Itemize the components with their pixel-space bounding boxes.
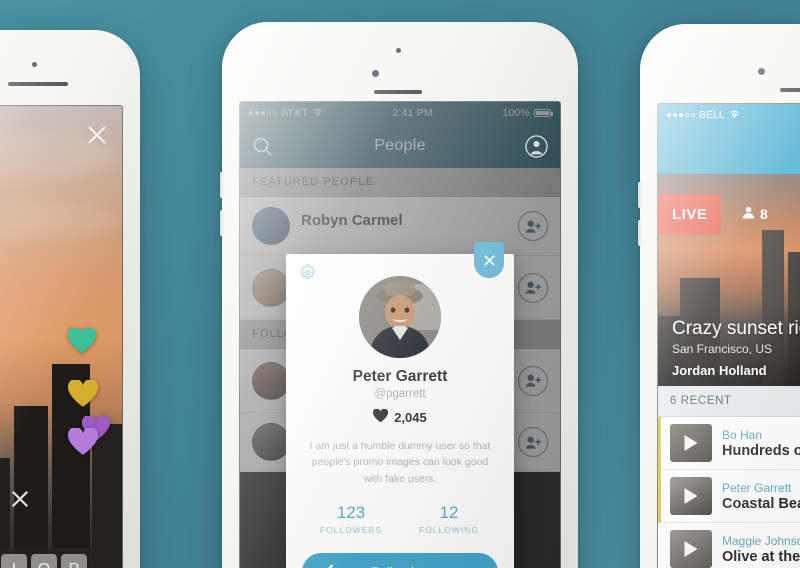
key-P[interactable]: P [61, 554, 87, 568]
video-thumbnail [670, 477, 712, 515]
heart-green [67, 326, 97, 359]
sensor-icon [32, 62, 37, 67]
heart-icon [373, 408, 389, 426]
profile-handle: @pgarrett [374, 388, 426, 400]
camera-icon [372, 70, 379, 77]
list-item[interactable]: Peter Garrett Coastal Beauty [658, 470, 800, 523]
video-author: Maggie Johnson [722, 533, 800, 548]
profile-bio: I am just a humble dummy user so that pe… [309, 440, 491, 485]
volume-down-button[interactable] [638, 220, 641, 246]
check-icon [318, 563, 334, 568]
section-header-recent: 6 RECENT [658, 386, 800, 417]
heart-purple-front [67, 426, 99, 461]
broadcast-title: Crazy sunset rig [672, 318, 800, 339]
profile-display-name: Peter Garrett [352, 368, 448, 385]
carrier-label: BELL [699, 109, 725, 121]
volume-down-button[interactable] [220, 210, 223, 236]
key-O[interactable]: O [31, 554, 57, 568]
play-icon [684, 488, 698, 504]
right-phone-screen: BELL LIVE 8 Crazy sunset rig San Francis… [658, 104, 800, 568]
status-bar: BELL [658, 104, 800, 126]
live-label: LIVE [672, 205, 708, 223]
video-title: Olive at the Par [722, 548, 800, 565]
left-phone-device: place too! Y U I O P H J K L [0, 30, 140, 568]
following-count: 12 [439, 502, 459, 522]
heart-yellow [67, 378, 99, 413]
speaker-grill [780, 88, 800, 92]
navigation-bar [658, 126, 800, 174]
keyboard-row-1: Y U I O P [0, 554, 119, 568]
likes-count: 2,045 [394, 410, 427, 425]
stat-following[interactable]: 12 FOLLOWING [400, 503, 498, 535]
account-circle-icon[interactable] [525, 134, 548, 158]
key-I[interactable]: I [1, 554, 27, 568]
right-phone-device: BELL LIVE 8 Crazy sunset rig San Francis… [638, 24, 800, 568]
likes-row: 2,045 [302, 408, 498, 426]
video-thumbnail [670, 424, 712, 462]
viewer-count: 8 [742, 194, 768, 234]
bubble-close-icon[interactable] [10, 489, 30, 514]
volume-up-button[interactable] [220, 172, 223, 198]
search-icon[interactable] [252, 136, 273, 157]
video-author: Peter Garrett [722, 480, 792, 495]
video-title: Hundreds of el [722, 442, 800, 459]
screenshot-stage: place too! Y U I O P H J K L [0, 0, 800, 568]
broadcast-author: Jordan Holland [672, 363, 767, 378]
broadcast-location: San Francisco, US [672, 342, 773, 356]
signal-dots-icon [667, 113, 695, 117]
video-title: Coastal Beauty [722, 495, 800, 512]
speaker-grill [8, 82, 68, 86]
camera-icon [758, 68, 765, 75]
video-author: Bo Han [722, 427, 763, 442]
person-icon [742, 206, 755, 222]
close-icon[interactable] [474, 242, 504, 278]
following-button[interactable]: Following [302, 552, 498, 568]
middle-phone-screen: AT&T 2:41 PM 100% People FEATURED PEOPLE… [240, 102, 560, 568]
middle-phone-device: AT&T 2:41 PM 100% People FEATURED PEOPLE… [220, 22, 578, 568]
left-phone-screen: place too! Y U I O P H J K L [0, 106, 122, 568]
close-icon[interactable] [86, 124, 108, 151]
gear-icon[interactable] [299, 264, 316, 286]
profile-card-modal: Peter Garrett @pgarrett 2,045 I am just … [286, 242, 514, 568]
profile-stats: 123 FOLLOWERS 12 FOLLOWING [302, 503, 498, 535]
list-item[interactable]: Bo Han Hundreds of el [658, 417, 800, 470]
live-badge: LIVE [658, 194, 722, 234]
featured-broadcast-card[interactable]: LIVE 8 Crazy sunset rig San Francisco, U… [658, 174, 800, 386]
video-thumbnail [670, 530, 712, 568]
stat-followers[interactable]: 123 FOLLOWERS [302, 503, 400, 535]
followers-label: FOLLOWERS [319, 524, 383, 535]
volume-up-button[interactable] [638, 182, 641, 208]
following-button-label: Following [370, 564, 429, 568]
play-icon [684, 541, 698, 557]
followers-count: 123 [336, 502, 366, 522]
profile-photo [359, 276, 441, 358]
play-icon [684, 435, 698, 451]
on-screen-keyboard[interactable]: Y U I O P H J K L [0, 548, 122, 568]
list-item[interactable]: Maggie Johnson Olive at the Par [658, 523, 800, 568]
viewer-count-label: 8 [760, 206, 768, 222]
sensor-icon [396, 48, 401, 53]
speaker-grill [374, 90, 422, 94]
wifi-icon [729, 109, 740, 121]
following-label: FOLLOWING [418, 524, 479, 535]
